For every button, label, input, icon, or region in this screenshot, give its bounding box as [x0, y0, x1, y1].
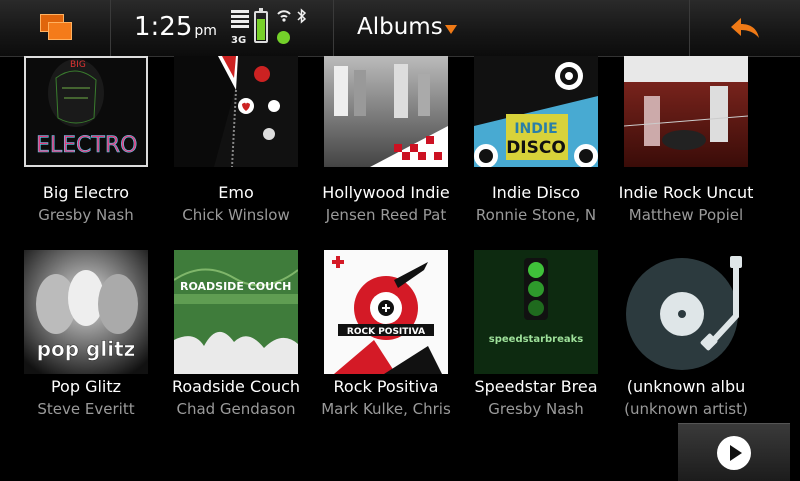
album-grid: BIG ELECTRO Big Electro Gresby Nash Emo … — [0, 56, 800, 480]
task-switcher-button[interactable] — [0, 0, 110, 56]
album-item[interactable]: INDIE DISCO Indie Disco Ronnie Stone, N — [450, 56, 600, 226]
bluetooth-icon — [297, 8, 307, 28]
album-artist: Gresby Nash — [38, 206, 134, 224]
view-menu[interactable]: Albums — [333, 0, 688, 56]
page-title: Albums — [357, 14, 443, 40]
back-button[interactable] — [690, 0, 800, 56]
album-artist: (unknown artist) — [624, 400, 748, 418]
cover-text: speedstarbreaks — [489, 334, 584, 345]
album-item[interactable]: ROADSIDE COUCH Roadside Couch Chad Genda… — [150, 250, 300, 420]
cover-text: INDIE — [514, 121, 557, 137]
album-artist: Gresby Nash — [488, 400, 584, 418]
signal-strength-icon: 3G — [231, 10, 249, 46]
dropdown-arrow-icon — [445, 25, 457, 34]
cover-text: ROADSIDE COUCH — [180, 280, 291, 293]
album-cover: ROCK POSITIVA — [324, 250, 448, 374]
album-title: Speedstar Brea — [474, 377, 598, 396]
album-artist: Steve Everitt — [37, 400, 135, 418]
album-cover — [624, 250, 748, 374]
play-icon — [717, 436, 751, 470]
wifi-icon — [276, 9, 292, 25]
album-item[interactable]: pop glitz Pop Glitz Steve Everitt — [0, 250, 150, 420]
cover-text: DISCO — [506, 138, 566, 158]
album-cover: speedstarbreaks — [474, 250, 598, 374]
album-cover — [174, 56, 298, 167]
album-item[interactable]: ROCK POSITIVA Rock Positiva Mark Kulke, … — [300, 250, 451, 420]
album-cover: pop glitz — [24, 250, 148, 374]
clock-ampm: pm — [194, 23, 217, 39]
album-cover: BIG ELECTRO — [24, 56, 148, 167]
cover-text: BIG — [70, 60, 86, 70]
album-title: Pop Glitz — [50, 377, 122, 396]
album-cover — [324, 56, 448, 167]
cover-text: ELECTRO — [36, 133, 137, 158]
turntable-icon — [626, 256, 742, 370]
album-artist: Ronnie Stone, N — [475, 206, 597, 224]
now-playing-button[interactable] — [678, 423, 790, 481]
album-artist: Chick Winslow — [182, 206, 290, 224]
album-item[interactable]: speedstarbreaks Speedstar Brea Gresby Na… — [450, 250, 600, 420]
cover-text: ROCK POSITIVA — [347, 327, 425, 337]
album-cover: ROADSIDE COUCH — [174, 250, 298, 374]
album-title: Roadside Couch — [171, 377, 301, 396]
album-item[interactable]: Indie Rock Uncut Matthew Popiel — [600, 56, 753, 226]
album-item[interactable]: Emo Chick Winslow — [150, 56, 300, 226]
album-item[interactable]: Hollywood Indie Jensen Reed Pat — [300, 56, 450, 226]
back-arrow-icon — [731, 18, 759, 38]
network-type: 3G — [231, 35, 247, 46]
clock[interactable]: 1:25 pm — [134, 12, 217, 42]
album-title: (unknown albu — [626, 377, 746, 396]
album-artist: Mark Kulke, Chris — [321, 400, 451, 418]
album-title: Hollywood Indie — [322, 183, 450, 202]
album-item[interactable]: BIG ELECTRO Big Electro Gresby Nash — [0, 56, 150, 226]
clock-time: 1:25 — [134, 12, 193, 42]
album-title: Indie Disco — [491, 183, 581, 202]
album-item[interactable]: (unknown albu (unknown artist) — [600, 250, 750, 420]
album-title: Indie Rock Uncut — [618, 183, 754, 202]
album-artist: Jensen Reed Pat — [325, 206, 447, 224]
album-cover — [624, 56, 748, 167]
album-title: Big Electro — [42, 183, 130, 202]
album-artist: Matthew Popiel — [628, 206, 744, 224]
album-title: Emo — [218, 183, 254, 202]
album-title: Rock Positiva — [333, 377, 439, 396]
cover-text: pop glitz — [37, 337, 136, 361]
album-cover: INDIE DISCO — [474, 56, 598, 167]
presence-online-icon — [277, 31, 290, 44]
battery-icon — [254, 8, 268, 43]
album-artist: Chad Gendason — [176, 400, 296, 418]
status-bar: 1:25 pm 3G Albums — [0, 0, 800, 57]
